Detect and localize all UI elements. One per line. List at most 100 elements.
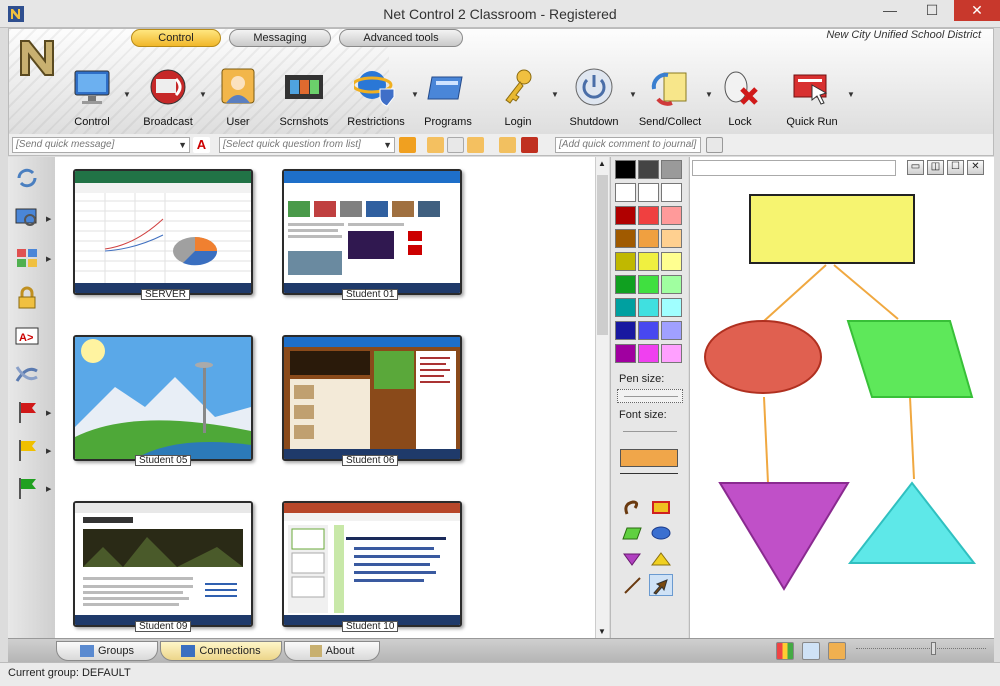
star-icon[interactable] — [427, 137, 444, 153]
programs-button[interactable]: Programs — [409, 65, 487, 131]
green-flag-button[interactable]: ▶ — [14, 475, 51, 505]
yellow-flag-button[interactable]: ▶ — [14, 437, 51, 467]
color-swatch[interactable] — [638, 206, 659, 225]
chevron-right-icon[interactable]: ▶ — [46, 215, 51, 223]
color-swatch[interactable] — [615, 160, 636, 179]
zoom-slider-knob[interactable] — [931, 642, 936, 655]
font-size-slider[interactable] — [617, 425, 683, 439]
color-swatch[interactable] — [638, 275, 659, 294]
color-swatch[interactable] — [638, 160, 659, 179]
text-message-button[interactable]: A> — [14, 323, 50, 353]
pen-size-slider[interactable] — [617, 389, 683, 403]
rectangle-tool[interactable] — [649, 496, 673, 518]
thumbnail-grid-icon[interactable] — [776, 642, 794, 660]
color-swatch[interactable] — [661, 160, 682, 179]
star-half-icon[interactable] — [467, 137, 484, 153]
color-swatch[interactable] — [615, 321, 636, 340]
color-swatch[interactable] — [638, 321, 659, 340]
scrollbar-thumb[interactable] — [597, 175, 608, 335]
chevron-down-icon[interactable]: ▼ — [383, 138, 392, 152]
student-thumbnail[interactable] — [282, 169, 462, 295]
color-swatch[interactable] — [661, 275, 682, 294]
layout-button[interactable]: ▶ — [14, 245, 51, 275]
color-swatch[interactable] — [638, 344, 659, 363]
shutdown-button[interactable]: ▼ Shutdown — [555, 65, 637, 131]
control-button[interactable]: ▼ Control — [53, 65, 131, 131]
student-thumbnail[interactable] — [73, 501, 253, 627]
scroll-down-icon[interactable]: ▼ — [598, 627, 606, 636]
color-swatch[interactable] — [661, 206, 682, 225]
restrictions-button[interactable]: ▼ Restrictions — [337, 65, 419, 131]
lower-hand-icon[interactable] — [521, 137, 538, 153]
ellipse-tool[interactable] — [649, 522, 673, 544]
quick-run-button[interactable]: ▼ Quick Run — [773, 65, 855, 131]
color-swatch[interactable] — [615, 275, 636, 294]
color-swatch[interactable] — [615, 298, 636, 317]
color-swatch[interactable] — [615, 252, 636, 271]
chevron-right-icon[interactable]: ▶ — [46, 255, 51, 263]
thumbnail-scrollbar[interactable]: ▲ ▼ — [595, 157, 609, 638]
close-panel-button[interactable]: ✕ — [967, 160, 984, 175]
journal-comment-input[interactable]: [Add quick comment to journal] — [555, 137, 701, 153]
color-swatch[interactable] — [638, 183, 659, 202]
student-thumbnail[interactable] — [73, 169, 253, 295]
send-message-icon[interactable]: A — [193, 137, 210, 153]
question-icon[interactable] — [399, 137, 416, 153]
maximize-panel-button[interactable]: ☐ — [947, 160, 964, 175]
color-swatch[interactable] — [638, 229, 659, 248]
refresh-button[interactable] — [14, 165, 50, 195]
current-color-swatch[interactable] — [620, 449, 678, 467]
color-swatch[interactable] — [615, 183, 636, 202]
lock-students-button[interactable] — [14, 285, 50, 315]
freehand-tool[interactable] — [620, 496, 644, 518]
lock-button[interactable]: Lock — [701, 65, 779, 131]
triangle-tool[interactable] — [649, 548, 673, 570]
quick-message-combo[interactable]: [Send quick message] ▼ — [12, 137, 190, 153]
disconnect-button[interactable] — [14, 361, 50, 391]
arrow-tool[interactable] — [649, 574, 673, 596]
split-panel-button[interactable]: ◫ — [927, 160, 944, 175]
tab-connections[interactable]: Connections — [160, 641, 282, 661]
tab-about[interactable]: About — [284, 641, 380, 661]
color-swatch[interactable] — [661, 252, 682, 271]
color-swatch[interactable] — [661, 229, 682, 248]
color-swatch[interactable] — [615, 344, 636, 363]
tab-advanced-tools[interactable]: Advanced tools — [339, 29, 463, 47]
tab-messaging[interactable]: Messaging — [229, 29, 331, 47]
send-collect-button[interactable]: ▼ Send/Collect — [631, 65, 713, 131]
tab-control[interactable]: Control — [131, 29, 221, 47]
close-button[interactable]: ✕ — [954, 0, 1000, 21]
zoom-slider[interactable] — [856, 648, 986, 652]
maximize-button[interactable]: ☐ — [914, 0, 950, 21]
whiteboard-canvas[interactable]: ▭ ◫ ☐ ✕ — [689, 157, 994, 638]
star-outline-icon[interactable] — [447, 137, 464, 153]
chevron-right-icon[interactable]: ▶ — [46, 409, 51, 417]
student-thumbnail[interactable] — [282, 335, 462, 461]
tab-groups[interactable]: Groups — [56, 641, 158, 661]
color-swatch[interactable] — [661, 183, 682, 202]
color-swatch[interactable] — [615, 206, 636, 225]
view-screen-button[interactable]: ▶ — [14, 205, 51, 235]
color-swatch[interactable] — [638, 252, 659, 271]
screen-view-icon[interactable] — [802, 642, 820, 660]
color-swatch[interactable] — [661, 344, 682, 363]
chevron-right-icon[interactable]: ▶ — [46, 447, 51, 455]
color-swatch[interactable] — [661, 321, 682, 340]
line-tool[interactable] — [620, 574, 644, 596]
restore-panel-button[interactable]: ▭ — [907, 160, 924, 175]
minimize-button[interactable]: — — [872, 0, 908, 21]
parallelogram-tool[interactable] — [620, 522, 644, 544]
chevron-right-icon[interactable]: ▶ — [46, 485, 51, 493]
raise-hand-icon[interactable] — [499, 137, 516, 153]
inverted-triangle-tool[interactable] — [620, 548, 644, 570]
student-view-icon[interactable] — [828, 642, 846, 660]
screenshots-button[interactable]: Scrnshots — [265, 65, 343, 131]
student-thumbnail[interactable] — [282, 501, 462, 627]
chevron-down-icon[interactable]: ▼ — [178, 138, 187, 152]
journal-icon[interactable] — [706, 137, 723, 153]
color-swatch[interactable] — [615, 229, 636, 248]
color-swatch[interactable] — [661, 298, 682, 317]
student-thumbnail[interactable] — [73, 335, 253, 461]
broadcast-button[interactable]: ▼ Broadcast — [129, 65, 207, 131]
login-button[interactable]: ▼ Login — [479, 65, 559, 131]
